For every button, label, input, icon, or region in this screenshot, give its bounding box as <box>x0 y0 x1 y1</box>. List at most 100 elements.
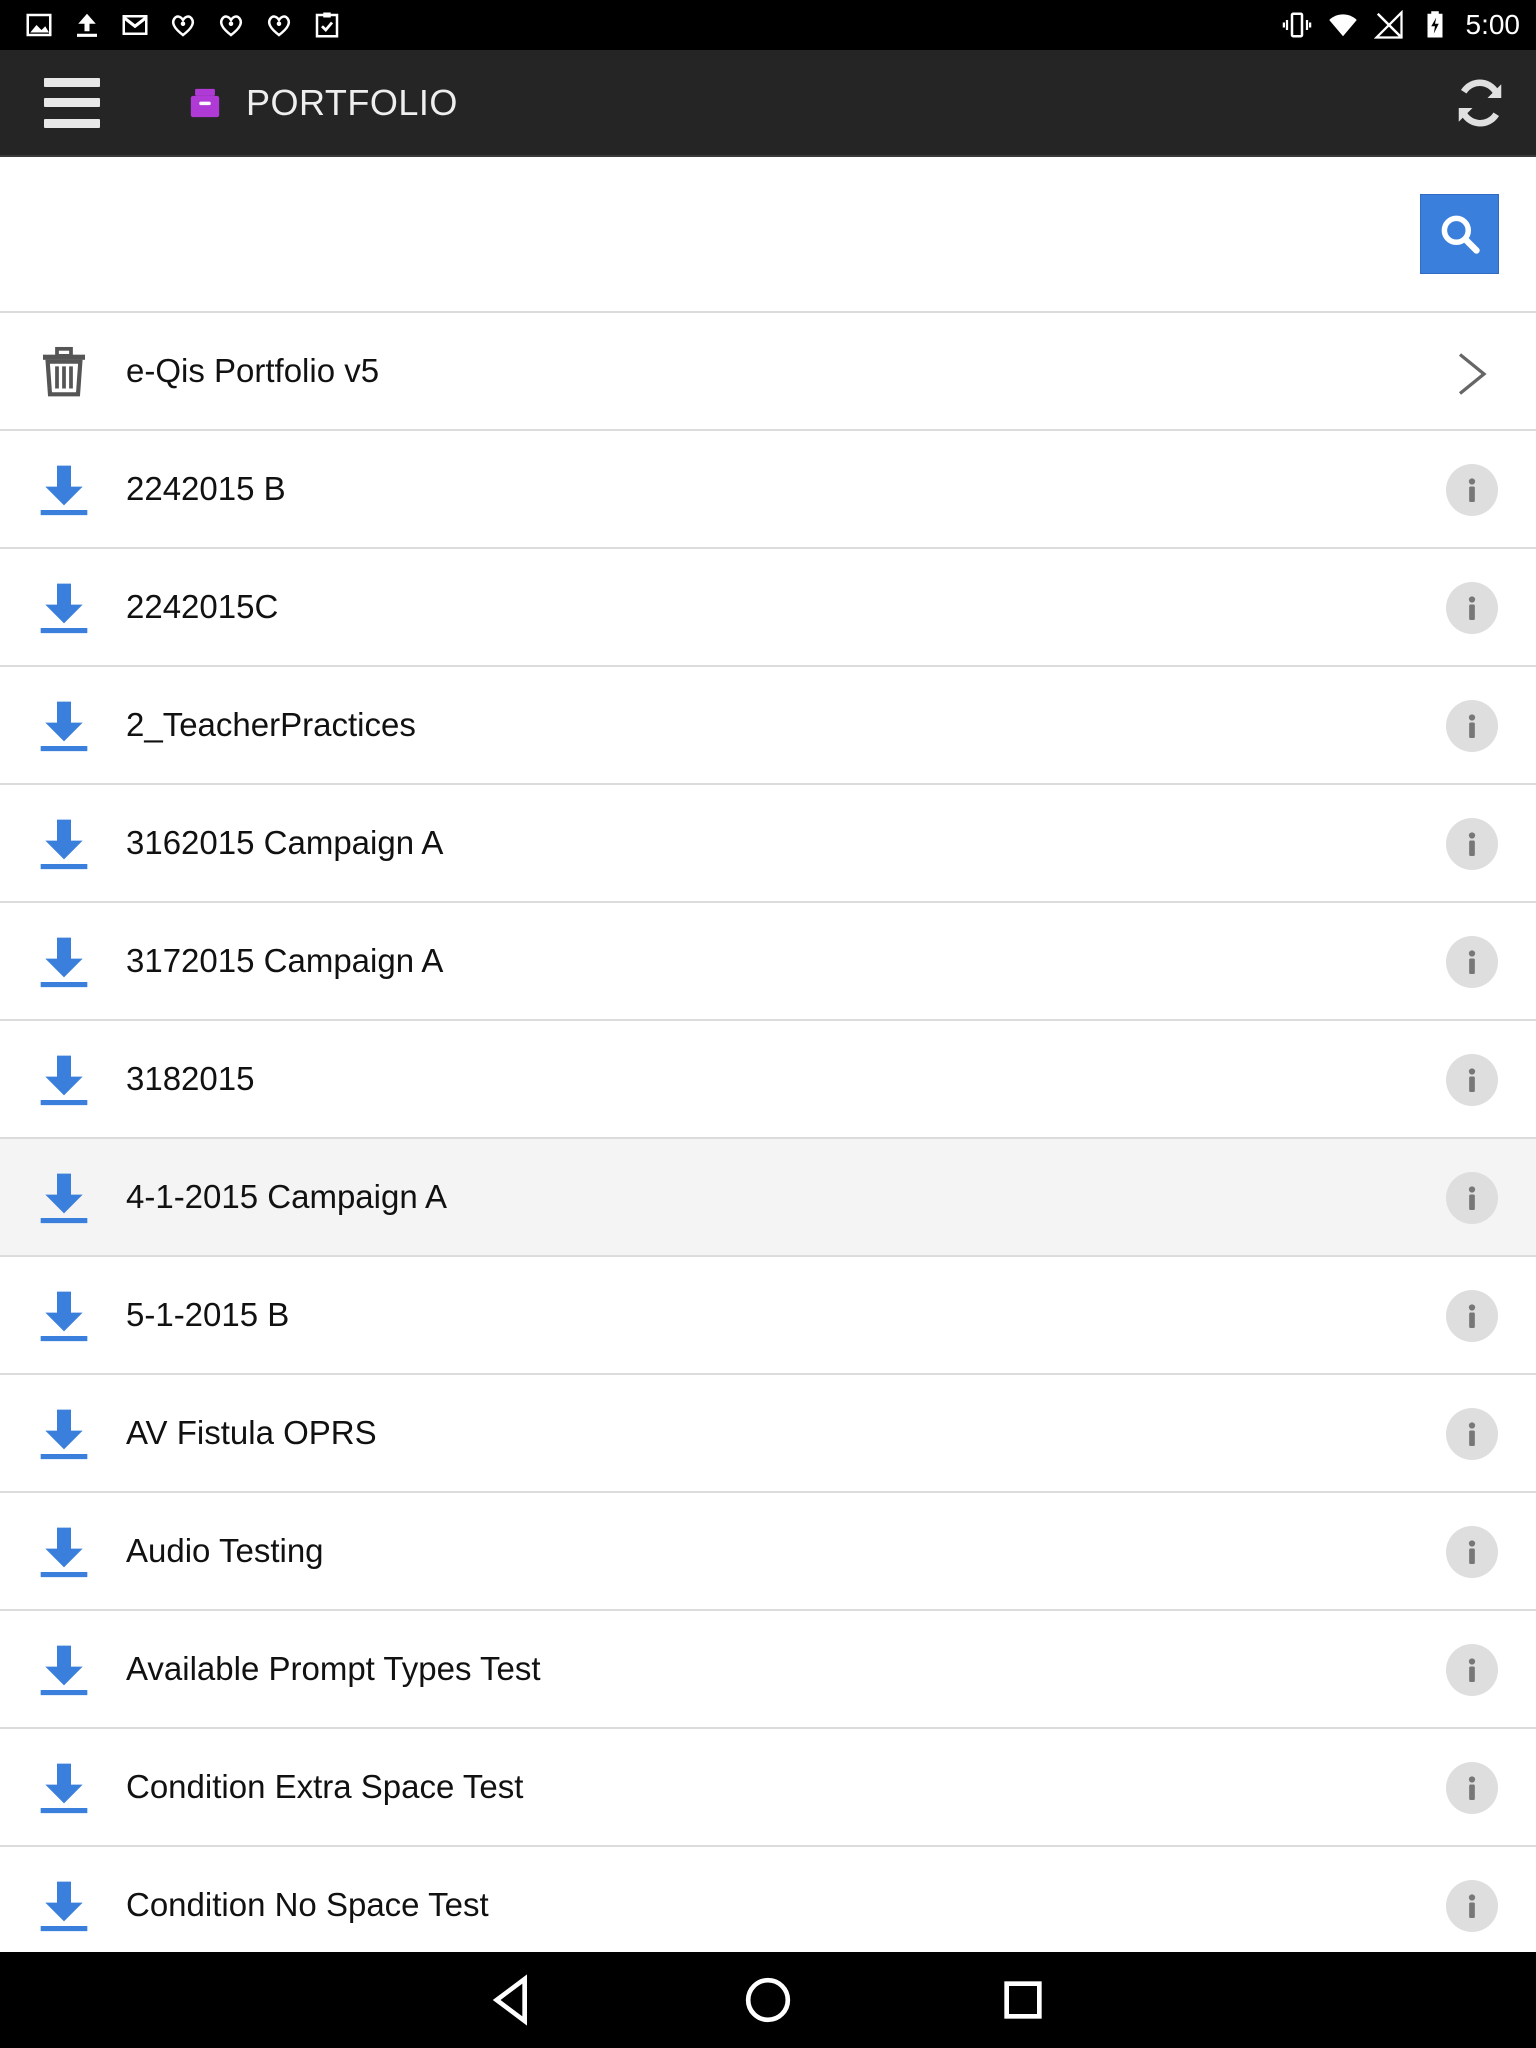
list-item[interactable]: 2242015 B <box>0 431 1536 549</box>
download-icon[interactable] <box>36 1287 92 1343</box>
info-icon <box>1468 1304 1476 1329</box>
info-button[interactable] <box>1446 1408 1498 1460</box>
info-button[interactable] <box>1446 1526 1498 1578</box>
clock: 5:00 <box>1465 9 1521 40</box>
search-button[interactable] <box>1420 194 1499 274</box>
info-button[interactable] <box>1446 1880 1498 1932</box>
info-icon <box>1468 1776 1476 1801</box>
system-icons: 5:00 <box>1282 9 1536 41</box>
list-item-label: 3182015 <box>126 1060 255 1097</box>
upload-icon <box>77 13 97 37</box>
recents-icon[interactable] <box>995 1972 1051 2028</box>
download-icon[interactable] <box>36 933 92 989</box>
info-button[interactable] <box>1446 582 1498 634</box>
list-item-label: 2242015 B <box>126 470 286 507</box>
back-icon[interactable] <box>485 1972 541 2028</box>
download-icon[interactable] <box>36 579 92 635</box>
archive-box-icon <box>190 88 220 117</box>
download-icon[interactable] <box>36 815 92 871</box>
list-item-label: 2242015C <box>126 588 279 625</box>
iheartradio-icon <box>267 15 291 37</box>
info-button[interactable] <box>1446 936 1498 988</box>
portfolio-name: e-Qis Portfolio v5 <box>126 352 380 389</box>
gmail-icon <box>122 15 148 35</box>
info-button[interactable] <box>1446 1172 1498 1224</box>
info-icon <box>1468 1894 1476 1919</box>
list-item-label: 5-1-2015 B <box>126 1296 290 1333</box>
info-button[interactable] <box>1446 1290 1498 1342</box>
list-item[interactable]: AV Fistula OPRS <box>0 1375 1536 1493</box>
download-icon[interactable] <box>36 1641 92 1697</box>
download-icon[interactable] <box>36 1169 92 1225</box>
trash-icon[interactable] <box>36 343 92 399</box>
list-item[interactable]: 3182015 <box>0 1021 1536 1139</box>
list-item[interactable]: Available Prompt Types Test <box>0 1611 1536 1729</box>
navigation-bar <box>0 1952 1536 2048</box>
info-icon <box>1468 596 1476 621</box>
hamburger-bar <box>44 98 100 107</box>
list-item[interactable]: 2_TeacherPractices <box>0 667 1536 785</box>
notification-icons <box>0 10 342 40</box>
list-item-label: Condition No Space Test <box>126 1886 489 1923</box>
list-item[interactable]: 5-1-2015 B <box>0 1257 1536 1375</box>
info-icon <box>1468 1186 1476 1211</box>
download-icon[interactable] <box>36 1523 92 1579</box>
hamburger-menu-button[interactable] <box>44 75 100 131</box>
list-item[interactable]: 4-1-2015 Campaign A <box>0 1139 1536 1257</box>
refresh-icon[interactable] <box>1450 73 1510 133</box>
info-button[interactable] <box>1446 1644 1498 1696</box>
search-icon <box>1441 215 1480 254</box>
status-bar: 5:00 <box>0 0 1536 50</box>
list-item[interactable]: 3172015 Campaign A <box>0 903 1536 1021</box>
iheartradio-icon <box>219 15 243 37</box>
portfolio-list: e-Qis Portfolio v5 2242015 B 2242015C 2_Te… <box>0 313 1536 1965</box>
list-item-label: 3162015 Campaign A <box>126 824 444 861</box>
list-item-label: AV Fistula OPRS <box>126 1414 377 1451</box>
list-item-label: Audio Testing <box>126 1532 324 1569</box>
list-item[interactable]: Condition Extra Space Test <box>0 1729 1536 1847</box>
download-icon[interactable] <box>36 461 92 517</box>
download-icon[interactable] <box>36 1877 92 1933</box>
info-icon <box>1468 1540 1476 1565</box>
list-item[interactable]: Audio Testing <box>0 1493 1536 1611</box>
info-icon <box>1468 832 1476 857</box>
app-bar: PORTFOLIO <box>0 50 1536 157</box>
download-icon[interactable] <box>36 1759 92 1815</box>
info-button[interactable] <box>1446 818 1498 870</box>
info-button[interactable] <box>1446 464 1498 516</box>
list-item[interactable]: 2242015C <box>0 549 1536 667</box>
image-icon <box>26 13 52 37</box>
search-bar <box>0 157 1536 313</box>
info-icon <box>1468 478 1476 503</box>
iheartradio-icon <box>171 15 195 37</box>
list-item[interactable]: Condition No Space Test <box>0 1847 1536 1965</box>
info-icon <box>1468 1068 1476 1093</box>
info-icon <box>1468 950 1476 975</box>
info-button[interactable] <box>1446 1762 1498 1814</box>
chevron-right-icon[interactable] <box>1454 349 1490 399</box>
portfolio-header-row[interactable]: e-Qis Portfolio v5 <box>0 313 1536 431</box>
search-input[interactable] <box>0 157 1400 313</box>
survey-list: 2242015 B 2242015C 2_TeacherPractices 31620… <box>0 431 1536 1965</box>
page-title: PORTFOLIO <box>246 81 458 123</box>
download-icon[interactable] <box>36 1051 92 1107</box>
vibrate-icon <box>1282 12 1311 38</box>
list-item-label: Available Prompt Types Test <box>126 1650 541 1687</box>
info-icon <box>1468 714 1476 739</box>
info-button[interactable] <box>1446 1054 1498 1106</box>
home-icon[interactable] <box>740 1972 796 2028</box>
download-icon[interactable] <box>36 697 92 753</box>
list-item-label: 3172015 Campaign A <box>126 942 444 979</box>
download-icon[interactable] <box>36 1405 92 1461</box>
list-item-label: Condition Extra Space Test <box>126 1768 524 1805</box>
list-item[interactable]: 3162015 Campaign A <box>0 785 1536 903</box>
hamburger-bar <box>44 118 100 128</box>
wifi-icon <box>1328 14 1357 37</box>
clipboard-check-icon <box>315 12 339 38</box>
list-item-label: 2_TeacherPractices <box>126 706 416 743</box>
info-button[interactable] <box>1446 700 1498 752</box>
info-icon <box>1468 1422 1476 1447</box>
hamburger-icon <box>44 77 100 87</box>
no-signal-icon <box>1373 10 1403 39</box>
battery-charging-icon <box>1427 11 1442 38</box>
